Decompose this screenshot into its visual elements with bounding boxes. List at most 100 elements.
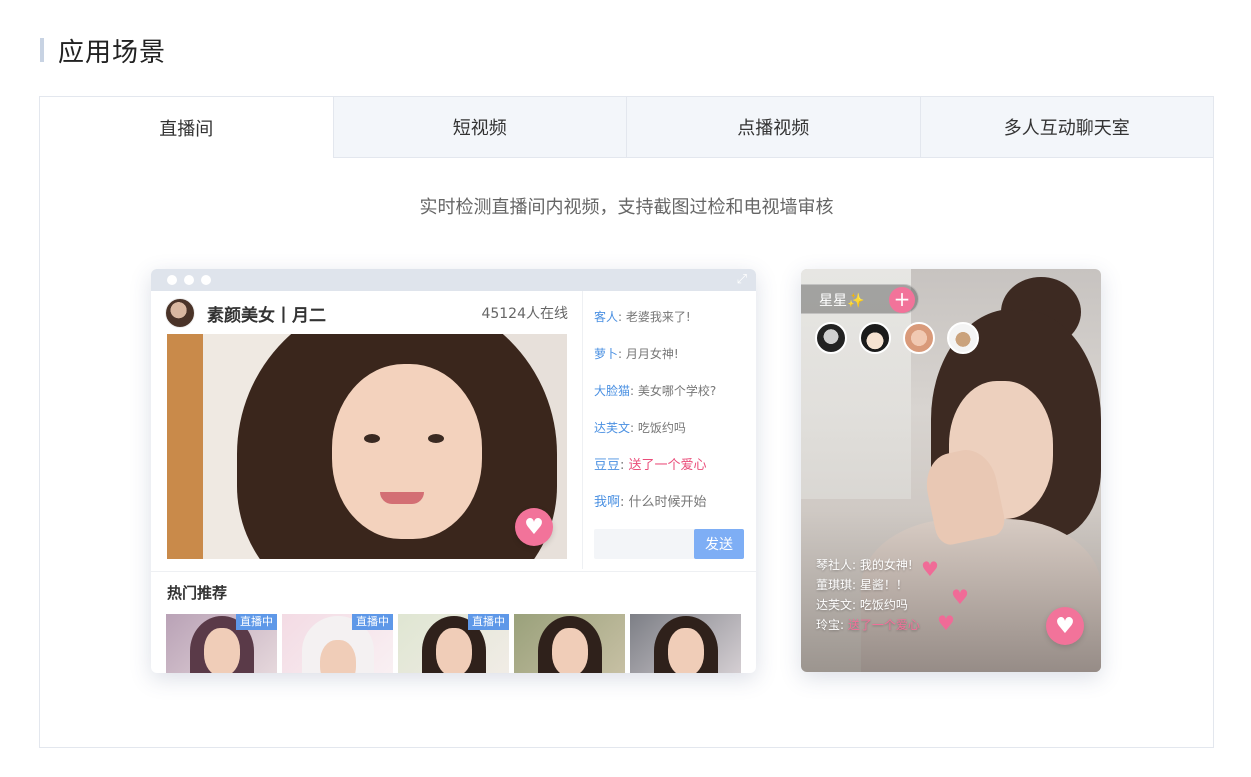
- chat-nick: 琴社人: [816, 558, 853, 572]
- chat-nick: 大脸猫: [594, 384, 631, 398]
- recommend-thumbnail[interactable]: 直播中: [166, 614, 277, 673]
- live-badge: 直播中: [468, 614, 509, 630]
- eye-shape: [364, 434, 380, 443]
- phone-host-name: 星星✨: [819, 293, 865, 309]
- chat-message: 董琪琪: 星酱！！: [816, 575, 920, 595]
- chat-nick: 达芙文: [816, 598, 853, 612]
- chat-message-gift: 豆豆: 送了一个爱心: [594, 447, 744, 484]
- chat-sep: :: [840, 618, 848, 632]
- chat-nick: 萝卜: [594, 347, 619, 361]
- thumb-face: [668, 628, 704, 673]
- chat-nick: 我啊: [594, 495, 621, 510]
- chat-content: 月月女神!: [625, 347, 679, 361]
- scenario-description: 实时检测直播间内视频，支持截图过检和电视墙审核: [419, 197, 834, 218]
- chat-message: 客人: 老婆我来了!: [594, 299, 744, 336]
- recommend-thumbnail[interactable]: 直播中: [398, 614, 509, 673]
- chat-content: 老婆我来了!: [625, 310, 691, 324]
- viewer-avatar[interactable]: [859, 322, 891, 354]
- viewer-avatar[interactable]: [815, 322, 847, 354]
- chat-message: 达芙文: 吃饭约吗: [816, 595, 920, 615]
- thumb-face: [320, 640, 356, 673]
- recommend-thumbnail[interactable]: [514, 614, 625, 673]
- eye-shape: [428, 434, 444, 443]
- chat-sep: :: [852, 558, 860, 572]
- recommend-thumbnail[interactable]: 直播中: [282, 614, 393, 673]
- section-title: 应用场景: [58, 37, 167, 68]
- recommend-title: 热门推荐: [167, 584, 228, 602]
- chat-content: 吃饭约吗: [637, 421, 686, 435]
- chat-nick: 玲宝: [816, 618, 841, 632]
- like-button[interactable]: ♥: [1046, 607, 1084, 645]
- recommend-list: 直播中 直播中 直播中: [166, 614, 741, 673]
- chat-content: 我的女神!: [859, 558, 913, 572]
- viewer-avatar[interactable]: [903, 322, 935, 354]
- chat-sep: :: [852, 578, 860, 592]
- thumb-face: [436, 628, 472, 673]
- chat-message: 大脸猫: 美女哪个学校?: [594, 373, 744, 410]
- floating-heart-icon: ♥: [937, 611, 955, 635]
- live-room-mockup: ⤢ 素颜美女丨月二 45124人在线 ♥ 客人: 老婆我来了! 萝卜: 月月女神…: [151, 269, 756, 673]
- chat-nick: 豆豆: [594, 458, 621, 473]
- tab-vod[interactable]: 点播视频: [626, 97, 920, 158]
- viewer-avatars: [815, 322, 979, 354]
- mobile-live-mockup: 星星✨ + 琴社人: 我的女神! 董琪琪: 星酱！！ 达芙文: 吃饭约吗 玲宝:…: [801, 269, 1101, 672]
- window-dot-icon: [184, 275, 194, 285]
- section-header: 应用场景: [40, 34, 167, 68]
- chat-sep: :: [620, 458, 629, 473]
- chat-nick: 达芙文: [594, 421, 631, 435]
- tab-bar: 直播间 短视频 点播视频 多人互动聊天室: [40, 97, 1213, 158]
- chat-message: 萝卜: 月月女神!: [594, 336, 744, 373]
- viewer-avatar[interactable]: [947, 322, 979, 354]
- window-titlebar: ⤢: [151, 269, 756, 291]
- chat-nick: 董琪琪: [816, 578, 853, 592]
- thumb-face: [204, 628, 240, 673]
- chat-content: 美女哪个学校?: [637, 384, 717, 398]
- divider: [151, 571, 756, 572]
- plus-icon[interactable]: +: [889, 287, 915, 313]
- chat-sep: :: [618, 310, 626, 324]
- tab-chatroom[interactable]: 多人互动聊天室: [919, 97, 1213, 158]
- chat-nick: 客人: [594, 310, 619, 324]
- chat-content: 星酱！！: [859, 578, 908, 592]
- host-name: 素颜美女丨月二: [207, 305, 326, 326]
- send-button[interactable]: 发送: [694, 529, 744, 559]
- chat-content: 吃饭约吗: [859, 598, 908, 612]
- phone-chat-list: 琴社人: 我的女神! 董琪琪: 星酱！！ 达芙文: 吃饭约吗 玲宝: 送了一个爱…: [816, 555, 920, 635]
- chat-message: 琴社人: 我的女神!: [816, 555, 920, 575]
- chat-message: 达芙文: 吃饭约吗: [594, 410, 744, 447]
- chat-content: 送了一个爱心: [628, 458, 707, 473]
- floating-heart-icon: ♥: [921, 557, 939, 581]
- heart-icon: ♥: [1055, 613, 1075, 639]
- viewer-count: 45124人在线: [481, 306, 568, 322]
- chat-message-gift: 玲宝: 送了一个爱心: [816, 615, 920, 635]
- thumb-face: [552, 628, 588, 673]
- host-avatar: [165, 298, 195, 328]
- recommend-thumbnail[interactable]: [630, 614, 741, 673]
- chat-content: 什么时候开始: [628, 495, 707, 510]
- chat-content: 送了一个爱心: [847, 618, 920, 632]
- expand-icon: ⤢: [736, 272, 747, 287]
- host-info: 素颜美女丨月二 45124人在线: [165, 297, 568, 329]
- floating-heart-icon: ♥: [951, 585, 969, 609]
- chat-sep: :: [620, 495, 629, 510]
- window-dot-icon: [201, 275, 211, 285]
- live-badge: 直播中: [236, 614, 277, 630]
- heart-icon: ♥: [524, 514, 544, 540]
- like-button[interactable]: ♥: [515, 508, 553, 546]
- tab-short-video[interactable]: 短视频: [332, 97, 626, 158]
- live-video: ♥: [167, 334, 567, 559]
- mouth-shape: [380, 492, 424, 504]
- chat-list: 客人: 老婆我来了! 萝卜: 月月女神! 大脸猫: 美女哪个学校? 达芙文: 吃…: [594, 299, 744, 521]
- window-dot-icon: [167, 275, 177, 285]
- scenario-panel: 直播间 短视频 点播视频 多人互动聊天室 实时检测直播间内视频，支持截图过检和电…: [39, 96, 1214, 748]
- live-badge: 直播中: [352, 614, 393, 630]
- chat-message: 我啊: 什么时候开始: [594, 484, 744, 521]
- chat-sep: :: [852, 598, 860, 612]
- divider: [582, 291, 583, 569]
- chat-sep: :: [618, 347, 626, 361]
- tab-live-room[interactable]: 直播间: [40, 97, 333, 158]
- video-face: [332, 364, 482, 539]
- title-accent-bar: [40, 38, 44, 62]
- phone-host-badge: 星星✨ +: [801, 284, 919, 314]
- chat-sep: :: [630, 421, 638, 435]
